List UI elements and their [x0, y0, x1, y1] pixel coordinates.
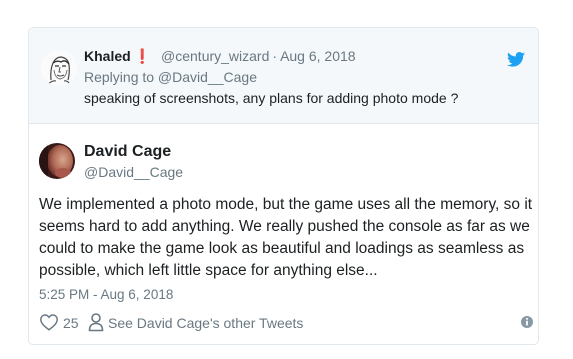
- main-author-name[interactable]: David Cage: [84, 143, 171, 161]
- twitter-bird-icon[interactable]: [507, 52, 525, 67]
- info-icon[interactable]: [520, 315, 534, 329]
- parent-tweet-header: Khaled ❗ @century_wizard · Aug 6, 2018: [84, 48, 356, 65]
- parent-tweet[interactable]: Khaled ❗ @century_wizard · Aug 6, 2018 Repl…: [29, 28, 538, 124]
- main-author-handle[interactable]: @David__Cage: [84, 164, 183, 180]
- parent-avatar[interactable]: [41, 50, 77, 86]
- parent-author-name[interactable]: Khaled: [84, 48, 131, 64]
- parent-tweet-text: speaking of screenshots, any plans for a…: [84, 90, 459, 106]
- separator-dot: ·: [272, 48, 278, 64]
- replying-to-label[interactable]: Replying to @David__Cage: [84, 69, 257, 85]
- parent-author-handle[interactable]: @century_wizard: [161, 48, 269, 64]
- person-icon[interactable]: [88, 312, 104, 332]
- tweet-actions: 25 See David Cage's other Tweets: [39, 311, 533, 335]
- like-count[interactable]: 25: [63, 315, 79, 331]
- see-other-tweets-link[interactable]: See David Cage's other Tweets: [108, 315, 303, 331]
- tweet-timestamp[interactable]: 5:25 PM - Aug 6, 2018: [39, 287, 173, 302]
- embedded-tweet-card: Khaled ❗ @century_wizard · Aug 6, 2018 Repl…: [28, 27, 539, 345]
- main-tweet-text: We implemented a photo mode, but the gam…: [39, 196, 533, 279]
- main-avatar[interactable]: [39, 143, 75, 179]
- exclamation-emoji: ❗: [133, 48, 152, 64]
- heart-icon[interactable]: [39, 313, 59, 331]
- parent-tweet-date[interactable]: Aug 6, 2018: [280, 48, 356, 64]
